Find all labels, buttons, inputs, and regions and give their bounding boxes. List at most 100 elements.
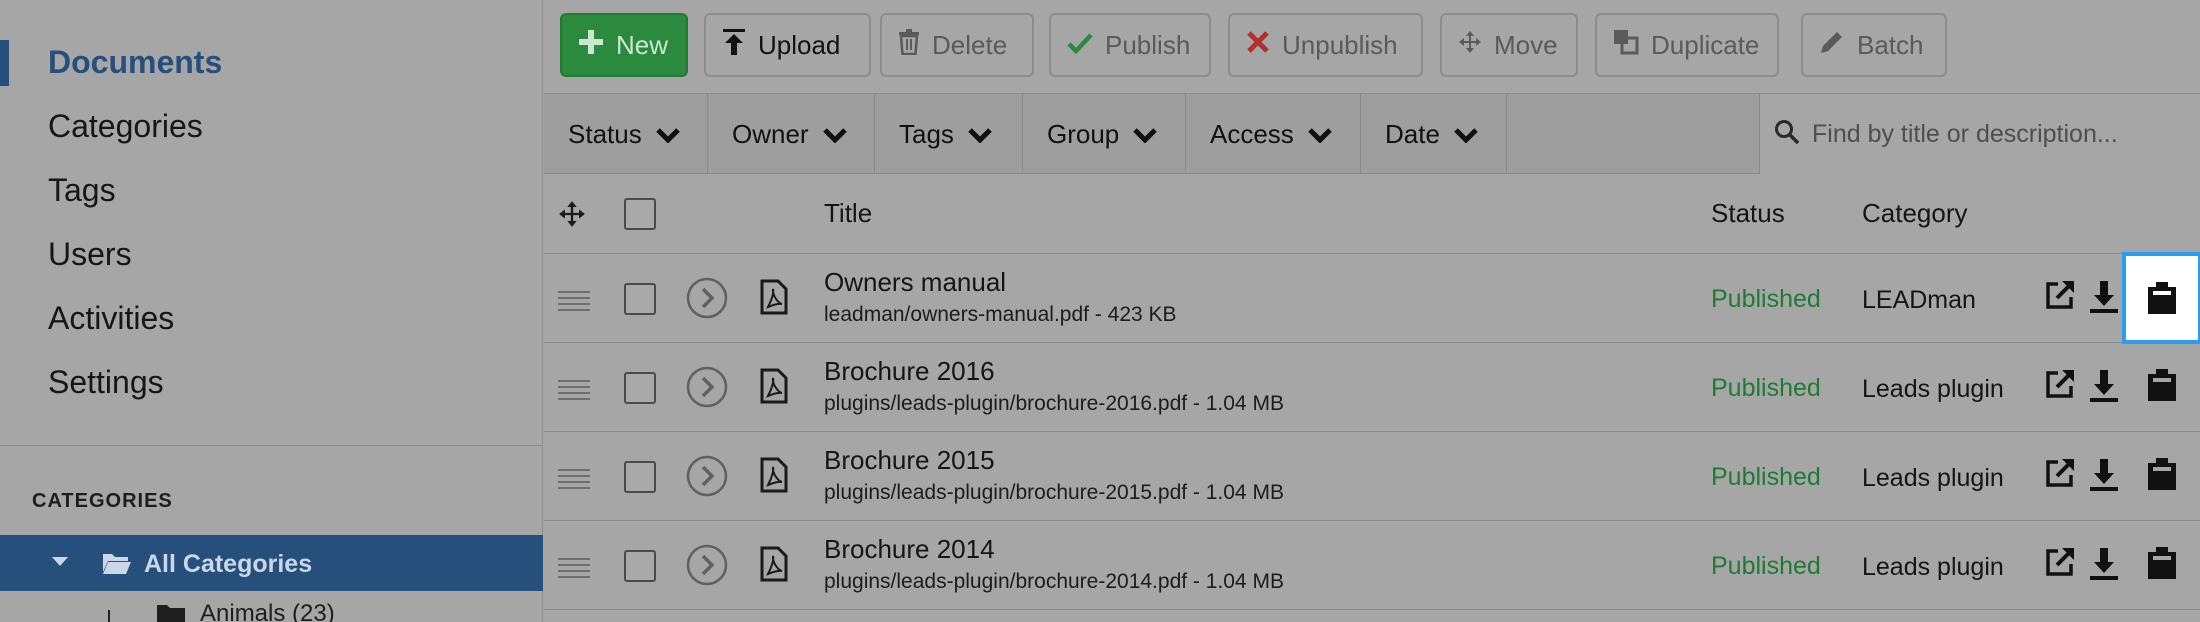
chevron-down-icon — [1133, 119, 1158, 150]
chevron-right-circle-icon[interactable] — [686, 277, 728, 324]
chevron-down-icon — [1308, 119, 1332, 150]
unpublish-button[interactable]: Unpublish — [1228, 13, 1423, 77]
table-row[interactable]: Owners manual leadman/owners-manual.pdf … — [544, 252, 2200, 344]
new-button-label: New — [616, 29, 669, 60]
caret-down-icon[interactable] — [52, 557, 68, 566]
filter-owner[interactable]: Owner — [708, 94, 875, 174]
external-link-icon[interactable] — [2044, 457, 2076, 494]
status-badge[interactable]: Published — [1711, 552, 1821, 581]
reorder-icon[interactable] — [558, 200, 586, 233]
filter-status[interactable]: Status — [544, 94, 708, 174]
filter-group[interactable]: Group — [1023, 94, 1186, 174]
clipboard-icon[interactable] — [2122, 252, 2200, 344]
sidebar-item-tags[interactable]: Tags — [48, 172, 116, 209]
table-row[interactable]: Brochure 2014 plugins/leads-plugin/broch… — [544, 522, 2200, 610]
download-icon[interactable] — [2088, 457, 2120, 496]
batch-button[interactable]: Batch — [1801, 13, 1947, 77]
row-path: plugins/leads-plugin/brochure-2016.pdf -… — [824, 392, 1284, 415]
external-link-icon[interactable] — [2044, 368, 2076, 405]
move-button-label: Move — [1494, 29, 1558, 60]
row-category[interactable]: Leads plugin — [1862, 464, 2004, 493]
row-path: plugins/leads-plugin/brochure-2015.pdf -… — [824, 481, 1284, 504]
pencil-icon — [1819, 29, 1845, 62]
upload-icon — [722, 28, 746, 63]
chevron-down-icon — [655, 119, 680, 150]
duplicate-button[interactable]: Duplicate — [1595, 13, 1779, 77]
header-status[interactable]: Status — [1711, 198, 1785, 229]
download-icon[interactable] — [2088, 546, 2120, 585]
table-row[interactable]: Brochure 2015 plugins/leads-plugin/broch… — [544, 433, 2200, 521]
row-category[interactable]: Leads plugin — [1862, 375, 2004, 404]
row-category[interactable]: Leads plugin — [1862, 553, 2004, 582]
batch-button-label: Batch — [1857, 29, 1924, 60]
sidebar-item-documents[interactable]: Documents — [48, 44, 222, 81]
clipboard-icon[interactable] — [2147, 457, 2177, 496]
search-icon — [1774, 119, 1800, 150]
clipboard-icon[interactable] — [2147, 546, 2177, 585]
folder-open-icon — [102, 550, 132, 583]
categories-header: CATEGORIES — [32, 490, 173, 512]
filter-tags[interactable]: Tags — [875, 94, 1023, 174]
drag-handle-icon[interactable] — [558, 467, 590, 494]
table-header: Title Status Category — [544, 174, 2200, 254]
drag-handle-icon[interactable] — [558, 289, 590, 316]
pdf-file-icon — [760, 368, 788, 409]
sidebar: Documents Categories Tags Users Activiti… — [0, 0, 543, 622]
download-icon[interactable] — [2088, 368, 2120, 407]
new-button[interactable]: New — [560, 13, 688, 77]
publish-button[interactable]: Publish — [1049, 13, 1211, 77]
active-indicator — [0, 40, 9, 86]
upload-button[interactable]: Upload — [704, 13, 871, 77]
row-checkbox[interactable] — [624, 372, 656, 404]
download-icon[interactable] — [2088, 279, 2120, 318]
row-title[interactable]: Brochure 2015 — [824, 445, 995, 476]
trash-icon — [898, 28, 920, 62]
sidebar-item-users[interactable]: Users — [48, 236, 132, 273]
row-title[interactable]: Owners manual — [824, 267, 1006, 298]
category-all[interactable]: All Categories — [0, 535, 543, 591]
pdf-file-icon — [760, 457, 788, 498]
row-checkbox[interactable] — [624, 550, 656, 582]
sidebar-item-settings[interactable]: Settings — [48, 364, 164, 401]
row-checkbox[interactable] — [624, 283, 656, 315]
chevron-right-circle-icon[interactable] — [686, 366, 728, 413]
clipboard-icon[interactable] — [2147, 368, 2177, 407]
row-title[interactable]: Brochure 2016 — [824, 356, 995, 387]
chevron-right-circle-icon[interactable] — [686, 544, 728, 591]
status-badge[interactable]: Published — [1711, 285, 1821, 314]
toolbar: New Upload Delete Publish Unpublish Move… — [544, 0, 2200, 94]
table-row[interactable]: Brochure 2016 plugins/leads-plugin/broch… — [544, 344, 2200, 432]
header-title[interactable]: Title — [824, 198, 872, 229]
filter-date[interactable]: Date — [1361, 94, 1507, 174]
duplicate-icon — [1613, 29, 1639, 62]
filter-access[interactable]: Access — [1186, 94, 1361, 174]
sidebar-item-activities[interactable]: Activities — [48, 300, 174, 337]
search-box[interactable] — [1759, 94, 2200, 174]
status-badge[interactable]: Published — [1711, 374, 1821, 403]
search-input[interactable] — [1812, 119, 2192, 149]
header-category[interactable]: Category — [1862, 198, 1968, 229]
chevron-right-circle-icon[interactable] — [686, 455, 728, 502]
row-checkbox[interactable] — [624, 461, 656, 493]
move-button[interactable]: Move — [1440, 13, 1578, 77]
x-icon — [1246, 30, 1270, 61]
filter-access-label: Access — [1210, 118, 1294, 149]
sidebar-item-categories[interactable]: Categories — [48, 108, 203, 145]
pdf-file-icon — [760, 279, 788, 320]
chevron-down-icon — [822, 119, 847, 150]
plus-icon — [578, 29, 604, 62]
chevron-down-icon — [1454, 119, 1478, 150]
row-category[interactable]: LEADman — [1862, 286, 1976, 315]
drag-handle-icon[interactable] — [558, 556, 590, 583]
select-all-checkbox[interactable] — [624, 198, 656, 230]
delete-button[interactable]: Delete — [880, 13, 1034, 77]
folder-icon — [156, 602, 186, 622]
row-title[interactable]: Brochure 2014 — [824, 534, 995, 565]
status-badge[interactable]: Published — [1711, 463, 1821, 492]
row-path: plugins/leads-plugin/brochure-2014.pdf -… — [824, 570, 1284, 593]
drag-handle-icon[interactable] — [558, 378, 590, 405]
publish-button-label: Publish — [1105, 29, 1191, 60]
external-link-icon[interactable] — [2044, 546, 2076, 583]
chevron-down-icon — [968, 119, 992, 150]
external-link-icon[interactable] — [2044, 279, 2076, 316]
